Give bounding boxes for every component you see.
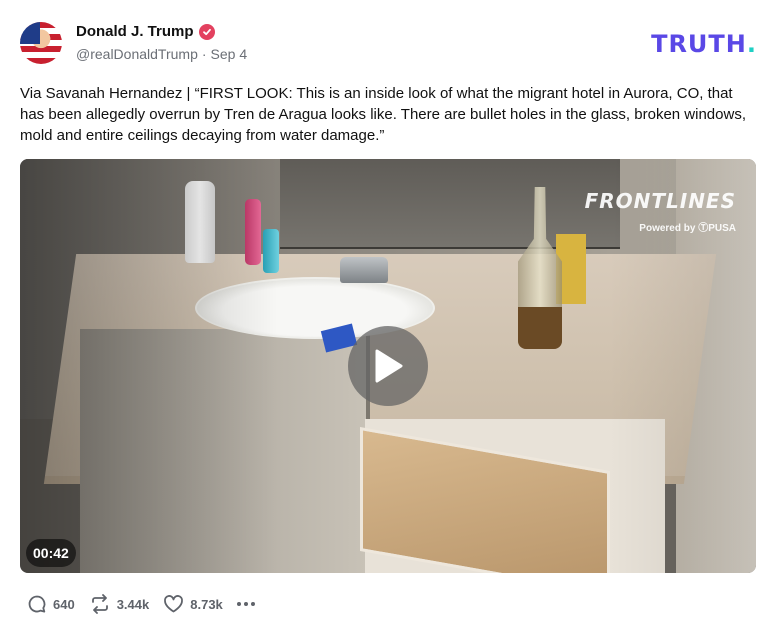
author-handle[interactable]: @realDonaldTrump (76, 46, 198, 62)
author-display-name[interactable]: Donald J. Trump (76, 23, 194, 40)
avatar[interactable] (20, 22, 62, 64)
like-button[interactable]: 8.73k (163, 594, 223, 614)
play-button[interactable] (348, 326, 428, 406)
verified-badge-icon (198, 23, 215, 40)
like-count: 8.73k (190, 596, 223, 612)
retruth-count: 3.44k (116, 596, 150, 612)
post-text: Via Savanah Hernandez | “FIRST LOOK: Thi… (20, 85, 746, 144)
truth-logo-dot: . (746, 30, 757, 58)
author-name-row: Donald J. Trump (76, 23, 215, 40)
watermark-subtitle: Powered by ⓉPUSA (639, 223, 736, 234)
comment-icon (28, 595, 46, 613)
reply-button[interactable]: 640 (27, 594, 75, 614)
retruth-icon (91, 594, 108, 614)
video-duration: 00:42 (26, 539, 76, 567)
video-player[interactable]: FRONTLINES Powered by ⓉPUSA 00:42 (20, 159, 756, 573)
meta-separator: · (201, 46, 207, 62)
truth-post: Donald J. Trump @realDonaldTrump · Sep 4… (0, 0, 777, 635)
watermark-title: FRONTLINES (584, 189, 736, 213)
author-meta: @realDonaldTrump · Sep 4 (76, 46, 247, 62)
truth-logo-text: TRUTH (651, 30, 747, 58)
post-actions: 640 3.44k 8.73k (27, 594, 258, 614)
more-dots-icon[interactable] (236, 594, 258, 614)
truth-logo[interactable]: TRUTH. (651, 30, 757, 58)
retruth-button[interactable]: 3.44k (89, 594, 150, 614)
play-icon (375, 349, 403, 383)
heart-icon (164, 595, 184, 613)
post-date[interactable]: Sep 4 (211, 46, 248, 62)
video-watermark: FRONTLINES Powered by ⓉPUSA (585, 189, 736, 234)
reply-count: 640 (53, 596, 75, 612)
